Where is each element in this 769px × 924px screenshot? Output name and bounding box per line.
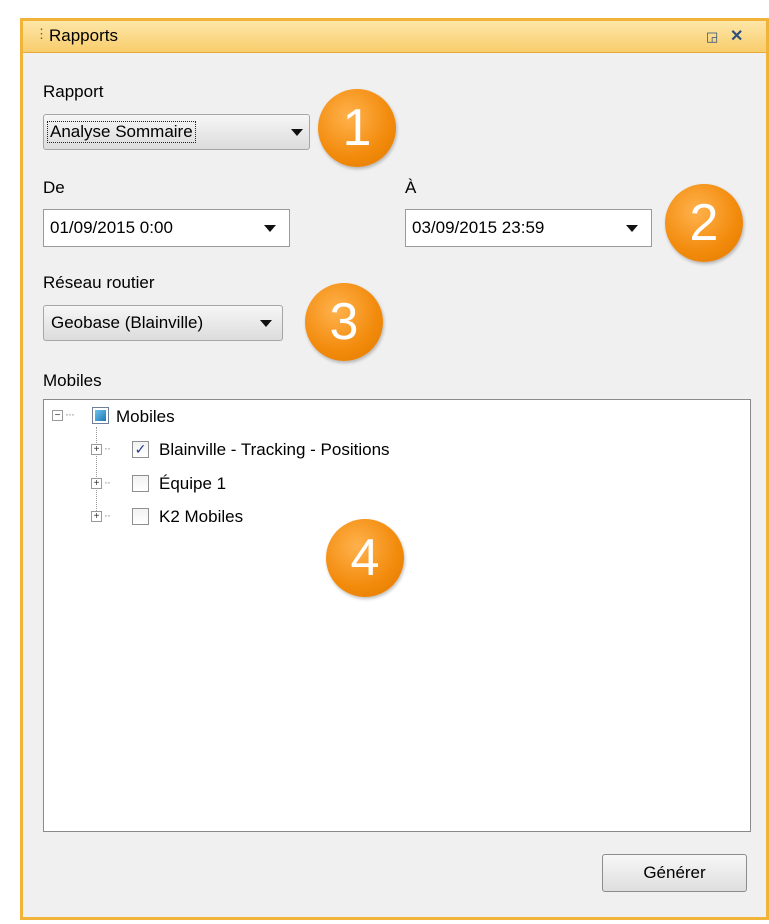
restore-window-icon[interactable]: ◲: [706, 29, 718, 45]
callout-badge-3: 3: [305, 283, 383, 361]
from-date-value: 01/09/2015 0:00: [50, 218, 173, 237]
expand-icon[interactable]: +: [91, 444, 102, 455]
tree-connector: ···: [65, 407, 75, 421]
report-select-value: Analyse Sommaire: [47, 121, 196, 143]
chevron-down-icon: [626, 225, 638, 232]
tree-item-label[interactable]: Équipe 1: [159, 474, 226, 494]
chevron-down-icon: [260, 320, 272, 327]
tree-connector: ··: [104, 475, 111, 489]
tree-root-label[interactable]: Mobiles: [116, 407, 175, 427]
to-date-label: À: [405, 178, 417, 197]
callout-badge-2: 2: [665, 184, 743, 262]
report-label: Rapport: [43, 82, 104, 101]
road-network-label: Réseau routier: [43, 273, 155, 292]
checkbox[interactable]: [132, 475, 149, 492]
chevron-down-icon: [291, 129, 303, 136]
callout-badge-1: 1: [318, 89, 396, 167]
tree-connector: [96, 427, 97, 515]
from-date-label: De: [43, 178, 65, 197]
road-network-value: Geobase (Blainville): [51, 313, 204, 332]
folder-icon: [92, 407, 109, 424]
to-date-picker[interactable]: 03/09/2015 23:59: [405, 209, 652, 247]
mobiles-label: Mobiles: [43, 371, 102, 390]
drag-grip-icon[interactable]: ⋮: [35, 26, 48, 42]
tree-item-label[interactable]: K2 Mobiles: [159, 507, 243, 527]
report-select[interactable]: Analyse Sommaire: [43, 114, 310, 150]
tree-connector: ··: [104, 441, 111, 455]
mobiles-tree[interactable]: − ··· Mobiles + ·· ✓ Blainville - Tracki…: [43, 399, 751, 832]
collapse-icon[interactable]: −: [52, 410, 63, 421]
reports-panel: ⋮ Rapports ◲ ✕ Rapport Analyse Sommaire …: [20, 18, 769, 920]
generate-button[interactable]: Générer: [602, 854, 747, 892]
panel-title: Rapports: [49, 26, 118, 45]
to-date-value: 03/09/2015 23:59: [412, 218, 545, 237]
from-date-picker[interactable]: 01/09/2015 0:00: [43, 209, 290, 247]
tree-item-label[interactable]: Blainville - Tracking - Positions: [159, 440, 390, 460]
expand-icon[interactable]: +: [91, 511, 102, 522]
expand-icon[interactable]: +: [91, 478, 102, 489]
checkbox[interactable]: [132, 508, 149, 525]
checkbox-checked[interactable]: ✓: [132, 441, 149, 458]
road-network-select[interactable]: Geobase (Blainville): [43, 305, 283, 341]
close-icon[interactable]: ✕: [730, 26, 743, 46]
tree-connector: ··: [104, 508, 111, 522]
chevron-down-icon: [264, 225, 276, 232]
panel-titlebar: ⋮ Rapports ◲ ✕: [23, 21, 766, 53]
callout-badge-4: 4: [326, 519, 404, 597]
